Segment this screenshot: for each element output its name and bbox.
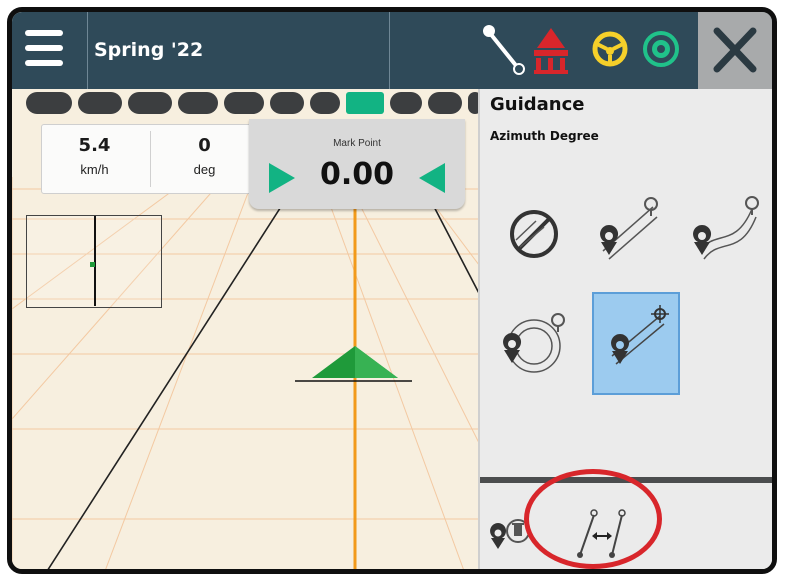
display-frame: 5.4 km/h 0 deg Mark Point 0.00 Spring '2… — [7, 7, 777, 574]
led — [178, 92, 218, 114]
guidance-panel: Guidance Azimuth Degree — [478, 89, 772, 569]
speed-readout: 5.4 km/h — [42, 125, 147, 193]
menu-button[interactable] — [12, 12, 87, 89]
panel-title: Guidance — [490, 94, 585, 115]
azimuth-icon — [611, 305, 669, 365]
field-boundary-icon[interactable] — [531, 22, 571, 77]
stat-divider — [150, 131, 151, 187]
led — [26, 92, 72, 114]
job-title: Spring '22 — [94, 39, 204, 61]
gnss-icon[interactable] — [639, 22, 683, 77]
led — [310, 92, 340, 114]
led — [270, 92, 304, 114]
led — [390, 92, 422, 114]
curved-ab-icon — [693, 196, 759, 260]
bar-divider — [87, 12, 88, 89]
mode-no-guidance-button[interactable] — [492, 189, 580, 292]
no-guidance-icon — [510, 210, 558, 258]
bar-divider — [389, 12, 390, 89]
heading-unit: deg — [193, 162, 216, 177]
steer-left-icon — [419, 163, 445, 193]
steering-wheel-icon[interactable] — [590, 22, 630, 77]
panel-subtitle: Azimuth Degree — [490, 129, 599, 143]
menu-icon — [25, 30, 63, 36]
mode-circle-pivot-button[interactable] — [492, 294, 580, 397]
mark-point-box[interactable]: Mark Point 0.00 — [249, 119, 465, 209]
led-active — [346, 92, 384, 114]
top-bar: Spring '22 — [12, 12, 772, 89]
speed-value: 5.4 — [78, 135, 111, 156]
straight-ab-icon — [600, 197, 658, 260]
panel-bottom-tools — [480, 483, 772, 569]
shift-guideline-icon[interactable] — [572, 503, 632, 563]
mark-point-label: Mark Point — [333, 138, 381, 149]
heading-readout: 0 deg — [152, 125, 257, 193]
mode-straight-ab-button[interactable] — [585, 189, 673, 292]
led — [428, 92, 462, 114]
mode-azimuth-button[interactable] — [592, 292, 680, 395]
mode-curved-ab-button[interactable] — [680, 189, 768, 292]
circle-pivot-icon — [503, 313, 565, 373]
delete-guideline-icon[interactable] — [488, 513, 538, 553]
guideline-icon[interactable] — [482, 22, 528, 77]
close-icon — [713, 27, 757, 73]
led — [224, 92, 264, 114]
heading-value: 0 — [198, 135, 211, 156]
speed-unit: km/h — [80, 162, 109, 177]
led — [128, 92, 172, 114]
implement-box — [26, 215, 162, 308]
close-button[interactable] — [698, 12, 772, 89]
speed-heading-box[interactable]: 5.4 km/h 0 deg — [41, 124, 258, 194]
led — [78, 92, 122, 114]
